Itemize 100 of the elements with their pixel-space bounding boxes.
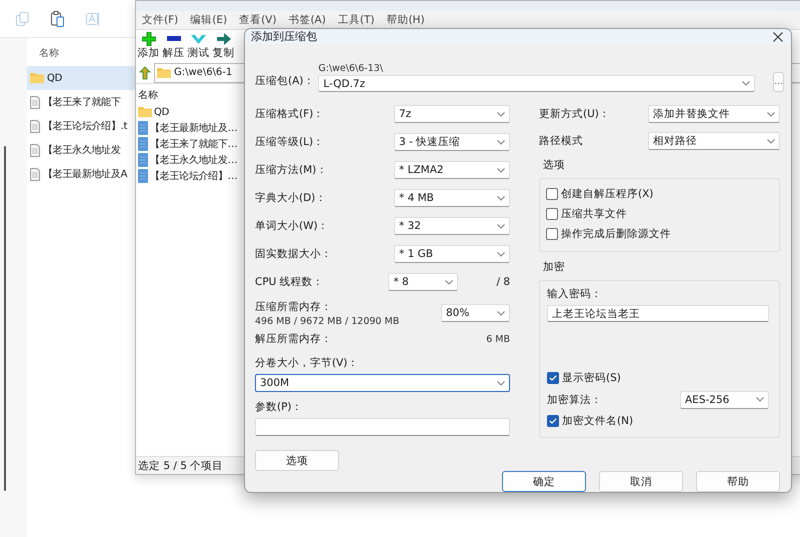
toolbar-button[interactable]: 解压 (163, 32, 184, 60)
chevron-icon (497, 310, 505, 316)
file-name: QD (47, 72, 62, 84)
file-row[interactable]: 【老王最新地址及… (138, 120, 238, 136)
checkbox-label: 创建自解压程序(X) (561, 187, 654, 201)
dropdown[interactable]: * 1 GB (394, 245, 510, 263)
dialog-button[interactable]: 确定 (502, 471, 586, 492)
checkmark-icon (549, 375, 557, 381)
file-row[interactable]: 【老王论坛介绍】.t (27, 114, 135, 138)
dropdown[interactable]: 7z (394, 105, 510, 123)
chevron-icon (497, 380, 505, 386)
document-icon (30, 120, 40, 132)
folder-icon (30, 72, 44, 84)
document-icon (30, 144, 40, 156)
chevron-icon (497, 112, 505, 116)
dropdown[interactable]: 相对路径 (648, 132, 780, 150)
field-label: 分卷大小，字节(V)： (255, 356, 360, 370)
chevron-icon (497, 196, 505, 200)
document-icon (30, 168, 40, 180)
dropdown[interactable]: * 8 (388, 273, 458, 291)
field-label: 固实数据大小： (255, 247, 332, 261)
menu-item[interactable]: 工具(T) (338, 13, 374, 27)
checkbox[interactable] (546, 228, 558, 240)
dropdown[interactable]: * 4 MB (394, 189, 510, 207)
password-field[interactable]: 上老王论坛当老王 (547, 305, 769, 322)
checkbox-label: 操作完成后删除源文件 (561, 227, 671, 241)
field-label: 压缩包(A)： (255, 74, 314, 88)
dialog-button[interactable]: 帮助 (696, 471, 780, 492)
file-name: 【老王来了就能下 (43, 96, 121, 109)
clipboard-icon[interactable] (51, 10, 64, 26)
arrow-icon (216, 33, 230, 45)
chevron-icon (497, 168, 505, 172)
file-row[interactable]: QD (138, 104, 169, 120)
dropdown[interactable]: AES-256 (680, 390, 769, 408)
options-button[interactable]: 选项 (255, 450, 339, 471)
checkbox[interactable] (547, 372, 559, 384)
folder-icon (157, 66, 171, 78)
file-row[interactable]: 【老王来了就能下… (138, 136, 238, 152)
menu-item[interactable]: 编辑(E) (190, 13, 228, 27)
document-icon (138, 169, 148, 183)
memory-usage: 496 MB / 9672 MB / 12090 MB (255, 316, 400, 326)
plus-icon (142, 32, 156, 46)
menu-item[interactable]: 书签(A) (288, 13, 326, 27)
file-name: 【老王论坛介绍】.t (43, 120, 128, 133)
chevron-icon (497, 252, 505, 256)
file-row[interactable]: 【老王论坛介绍】… (138, 168, 238, 184)
field-label: 加密算法： (547, 392, 602, 406)
browse-button[interactable]: ... (773, 72, 784, 92)
checkbox-label: 加密文件名(N) (562, 414, 634, 428)
dropdown[interactable]: L-QD.7z (318, 75, 756, 92)
chevron-icon (497, 224, 505, 228)
minus-icon (166, 36, 180, 42)
field-label: 解压所需内存： (255, 332, 332, 346)
checkbox-label: 显示密码(S) (562, 371, 621, 385)
dropdown[interactable]: 80% (441, 304, 510, 322)
close-icon[interactable] (773, 32, 783, 42)
dropdown[interactable]: * LZMA2 (394, 161, 510, 179)
document-icon (138, 137, 148, 151)
dialog-button[interactable]: 取消 (599, 471, 683, 492)
folder-icon (138, 106, 152, 118)
memory-usage: 6 MB (486, 334, 510, 344)
field-label: 压缩方法(M)： (255, 163, 328, 177)
dropdown[interactable]: 3 - 快速压缩 (394, 133, 510, 151)
menu-item[interactable]: 文件(F) (142, 13, 178, 27)
dropdown[interactable]: 添加并替换文件 (648, 105, 780, 123)
file-row[interactable]: QD (27, 66, 135, 90)
field-label: 参数(P)： (255, 400, 304, 414)
field-label: 压缩格式(F)： (255, 107, 324, 121)
checkbox[interactable] (546, 208, 558, 220)
dialog-title: 添加到压缩包 (251, 29, 317, 44)
file-name: 【老王永久地址发 (43, 144, 121, 157)
folder-path: G:\we\6\6-13\ (318, 63, 384, 74)
field-label: 路径模式 (539, 134, 583, 148)
menu-item[interactable]: 查看(V) (239, 13, 276, 27)
input-field[interactable] (255, 418, 510, 436)
file-row[interactable]: 【老王来了就能下 (27, 90, 135, 114)
column-header[interactable]: 名称 (138, 88, 158, 104)
group-title: 加密 (543, 260, 566, 274)
field-label: 压缩等级(L)： (255, 135, 324, 149)
menu-item[interactable]: 帮助(H) (386, 13, 425, 27)
file-row[interactable]: 【老王永久地址发… (138, 152, 238, 168)
chevron-icon (497, 140, 505, 144)
checkbox[interactable] (547, 415, 559, 427)
up-arrow-icon[interactable] (138, 66, 152, 80)
field-label: 压缩所需内存： (255, 300, 333, 314)
file-row[interactable]: 【老王最新地址及A (27, 162, 135, 186)
toolbar-button[interactable]: 添加 (138, 32, 159, 60)
dropdown[interactable]: 300M (255, 374, 510, 392)
checkbox[interactable] (546, 188, 558, 200)
document-icon (30, 96, 40, 108)
thread-count: / 8 (496, 276, 510, 288)
toolbar-button[interactable]: 复制 (213, 32, 234, 60)
field-label: 输入密码： (547, 287, 603, 301)
toolbar-button[interactable]: 测试 (188, 32, 209, 60)
file-row[interactable]: 【老王永久地址发 (27, 138, 135, 162)
chevron-icon (767, 138, 775, 144)
checkmark-icon (549, 418, 557, 424)
scrollbar[interactable] (4, 146, 6, 491)
dropdown[interactable]: * 32 (394, 217, 510, 235)
column-header[interactable]: 名称 (35, 42, 63, 66)
